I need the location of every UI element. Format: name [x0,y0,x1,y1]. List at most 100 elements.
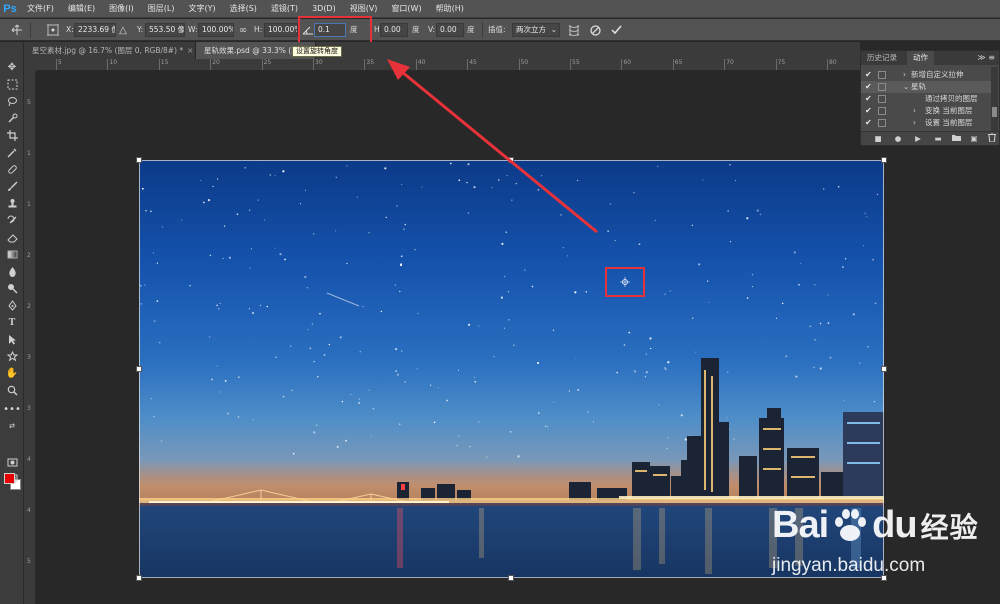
ruler-tick-label: 4 [27,507,31,514]
history-brush-tool-icon[interactable] [4,213,20,228]
action-label: 设置 当前图层 [925,118,973,127]
ruler-origin[interactable] [24,59,36,71]
expand-arrow-icon[interactable]: ⌄ [903,81,909,93]
expand-arrow-icon[interactable]: › [903,69,906,81]
quick-select-tool-icon[interactable] [4,111,20,126]
v-skew-field[interactable]: 0.00 [436,23,464,37]
action-check-icon[interactable]: ✔ [865,81,872,93]
horizontal-ruler[interactable]: 510152025303540455055606570758085 [36,59,1000,71]
photoshop-logo[interactable]: Ps [0,0,20,18]
menu-filter[interactable]: 滤镜(T) [264,3,305,14]
handle-bottom-center[interactable] [508,575,514,581]
new-set-icon[interactable]: ▬ [931,133,945,145]
play-selection-icon[interactable]: ▶ [911,133,925,145]
warp-mode-icon[interactable] [567,23,581,37]
interpolation-select[interactable]: 两次立方 ⌄ [512,23,560,37]
action-check-icon[interactable]: ✔ [865,93,872,105]
trash-icon[interactable] [985,132,999,145]
menu-help[interactable]: 帮助(H) [429,3,471,14]
handle-top-right[interactable] [881,157,887,163]
handle-top-left[interactable] [136,157,142,163]
brush-tool-icon[interactable] [4,179,20,194]
dialog-toggle-box[interactable] [878,95,886,103]
hand-tool-icon[interactable]: ✋ [4,366,20,381]
menu-window[interactable]: 窗口(W) [384,3,428,14]
menu-file[interactable]: 文件(F) [20,3,61,14]
menu-edit[interactable]: 编辑(E) [61,3,102,14]
expand-arrow-icon[interactable]: › [913,117,916,129]
crop-tool-icon[interactable] [4,128,20,143]
tab-history[interactable]: 历史记录 [861,51,903,65]
menu-type[interactable]: 文字(Y) [181,3,222,14]
reference-point-icon[interactable] [46,23,60,37]
reference-point-crosshair-icon[interactable] [620,277,630,287]
quick-mask-icon[interactable] [4,455,20,470]
dialog-toggle-box[interactable] [878,119,886,127]
width-field[interactable]: 100.00% [198,23,234,37]
handle-middle-left[interactable] [136,366,142,372]
y-position-field[interactable]: 553.50 像 [145,23,185,37]
pen-tool-icon[interactable] [4,298,20,313]
menu-3d[interactable]: 3D(D) [305,4,343,13]
menu-image[interactable]: 图像(I) [102,3,141,14]
handle-top-center[interactable] [508,157,514,163]
eyedropper-tool-icon[interactable] [4,145,20,160]
type-tool-icon[interactable]: T [4,315,20,330]
dialog-toggle-box[interactable] [878,83,886,91]
action-label: 新增自定义拉伸 [911,70,964,79]
cancel-transform-icon[interactable] [588,23,602,37]
handle-bottom-left[interactable] [136,575,142,581]
action-row[interactable]: ✔ › 设置 当前图层 [861,117,991,129]
blur-tool-icon[interactable] [4,264,20,279]
commit-transform-icon[interactable] [609,23,623,37]
more-tools-icon[interactable]: ••• [3,402,21,417]
menu-view[interactable]: 视图(V) [343,3,385,14]
action-check-icon[interactable]: ✔ [865,105,872,117]
menu-select[interactable]: 选择(S) [223,3,264,14]
menu-layer[interactable]: 图层(L) [141,3,182,14]
healing-brush-tool-icon[interactable] [4,162,20,177]
zoom-tool-icon[interactable] [4,383,20,398]
expand-arrow-icon[interactable]: › [913,105,916,117]
marquee-tool-icon[interactable] [4,77,20,92]
path-select-tool-icon[interactable] [4,332,20,347]
tab-close-icon[interactable]: × [187,46,193,55]
tab-starry-material[interactable]: 星空素材.jpg @ 16.7% (图层 0, RGB/8#) * × [24,42,196,59]
eraser-tool-icon[interactable] [4,230,20,245]
action-row[interactable]: ✔ ⌄ 星轨 [861,81,991,93]
lasso-tool-icon[interactable] [4,94,20,109]
dodge-tool-icon[interactable] [4,281,20,296]
tab-actions[interactable]: 动作 [907,51,934,65]
dialog-toggle-box[interactable] [878,71,886,79]
clone-stamp-tool-icon[interactable] [4,196,20,211]
action-check-icon[interactable]: ✔ [865,69,872,81]
shape-tool-icon[interactable] [4,349,20,364]
folder-icon[interactable] [949,133,963,145]
stop-playing-icon[interactable]: ■ [871,133,885,145]
dialog-toggle-box[interactable] [878,107,886,115]
gradient-tool-icon[interactable] [4,247,20,262]
move-tool-preset-icon[interactable] [10,23,24,37]
interpolation-label: 插值: [488,25,506,34]
action-row[interactable]: ✔ › 新增自定义拉伸 [861,69,991,81]
move-tool-icon[interactable]: ✥ [4,60,20,75]
panel-scrollbar[interactable] [991,67,998,133]
swap-colors-icon[interactable]: ⇄ [4,418,20,433]
height-field[interactable]: 100.00% [264,23,298,37]
delta-icon[interactable]: △ [116,23,130,37]
scrollbar-thumb[interactable] [992,107,997,117]
tab-label: 星轨效果.psd @ 33.3% (图 [204,46,299,55]
handle-middle-right[interactable] [881,366,887,372]
x-position-field[interactable]: 2233.69 像 [74,23,116,37]
new-action-icon[interactable]: ▣ [967,133,981,145]
action-row[interactable]: ✔ 通过拷贝的图层 [861,93,991,105]
vertical-ruler[interactable]: 5 1 1 2 2 3 3 4 4 5 [24,71,36,604]
action-row[interactable]: ✔ › 变换 当前图层 [861,105,991,117]
record-icon[interactable]: ● [891,133,905,145]
foreground-color-swatch[interactable] [4,473,15,484]
action-check-icon[interactable]: ✔ [865,117,872,129]
link-icon[interactable]: ∞ [236,23,250,37]
ruler-tick-label: 50 [518,59,529,70]
h-skew-field[interactable]: 0.00 [380,23,408,37]
panel-menu-icon[interactable]: ≫ ≡ [977,51,995,65]
